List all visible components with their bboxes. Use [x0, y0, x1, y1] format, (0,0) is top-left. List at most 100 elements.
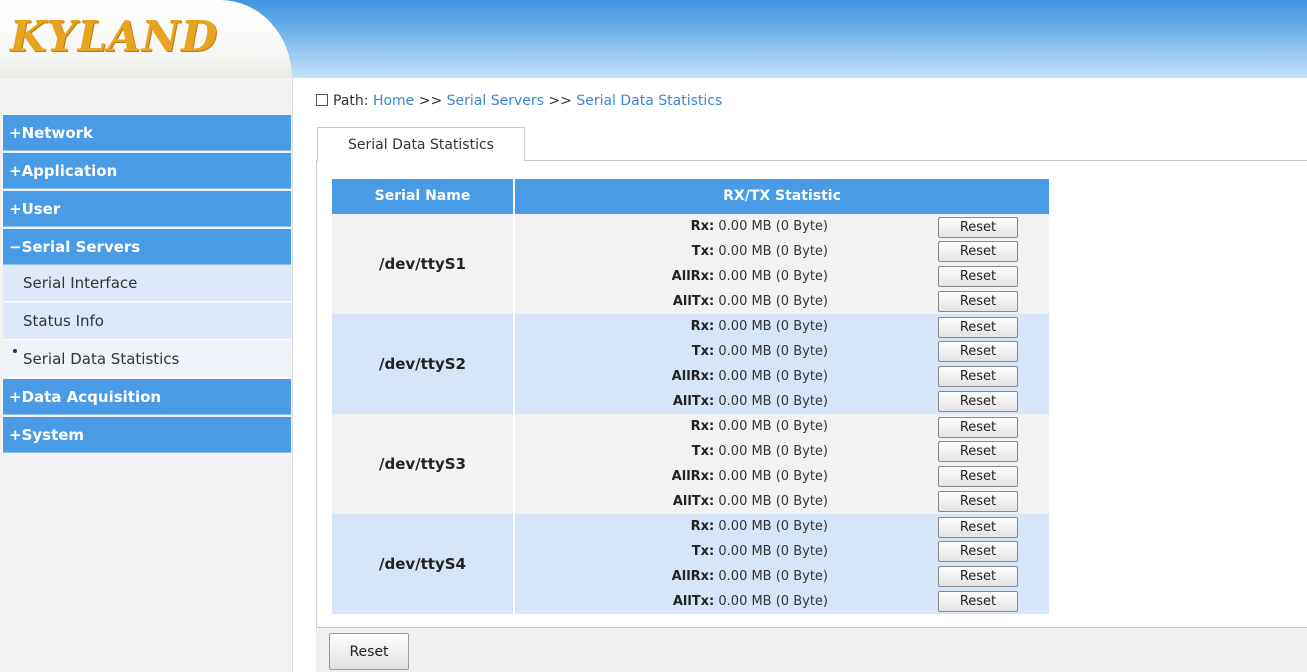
stat-value: 0.00 MB (0 Byte)	[718, 494, 828, 509]
stat-label: AllRx:	[671, 569, 715, 584]
stat-value: 0.00 MB (0 Byte)	[718, 469, 828, 484]
stat-line: AllRx: 0.00 MB (0 Byte)	[515, 264, 828, 289]
table-row: /dev/ttyS1 Rx: 0.00 MB (0 Byte) Tx: 0.00…	[332, 214, 1049, 314]
stat-value: 0.00 MB (0 Byte)	[718, 294, 828, 309]
reset-allrx-button[interactable]: Reset	[938, 366, 1018, 387]
sidebar-item-user[interactable]: +User	[3, 191, 291, 227]
checkbox-square-icon	[316, 94, 328, 106]
column-header-rxtx-statistic: RX/TX Statistic	[723, 188, 841, 204]
table-row: /dev/ttyS2 Rx: 0.00 MB (0 Byte) Tx: 0.00…	[332, 314, 1049, 414]
breadcrumb-separator: >>	[548, 93, 572, 109]
stat-line: AllTx: 0.00 MB (0 Byte)	[515, 389, 828, 414]
sidebar-subitem-label: Serial Data Statistics	[23, 350, 180, 368]
sidebar-item-application[interactable]: +Application	[3, 153, 291, 189]
reset-allrx-button[interactable]: Reset	[938, 266, 1018, 287]
stat-line: Rx: 0.00 MB (0 Byte)	[515, 514, 828, 539]
stat-label: Tx:	[691, 544, 715, 559]
header-bar: KYLAND	[0, 0, 1307, 78]
stat-label: Tx:	[691, 244, 715, 259]
footer-area	[316, 628, 1307, 672]
breadcrumb-separator: >>	[418, 93, 443, 109]
stat-label: AllTx:	[672, 394, 715, 409]
serial-name-cell: /dev/ttyS3	[332, 414, 515, 514]
table-row: /dev/ttyS4 Rx: 0.00 MB (0 Byte) Tx: 0.00…	[332, 514, 1049, 614]
stat-label: Rx:	[690, 319, 715, 334]
sidebar-item-network[interactable]: +Network	[3, 115, 291, 151]
stat-value: 0.00 MB (0 Byte)	[718, 519, 828, 534]
stat-label: Rx:	[690, 419, 715, 434]
reset-alltx-button[interactable]: Reset	[938, 591, 1018, 612]
breadcrumb: Path: Home >> Serial Servers >> Serial D…	[316, 93, 722, 109]
reset-alltx-button[interactable]: Reset	[938, 391, 1018, 412]
stat-label: AllRx:	[671, 369, 715, 384]
stat-label: AllTx:	[672, 294, 715, 309]
reset-alltx-button[interactable]: Reset	[938, 491, 1018, 512]
stat-value: 0.00 MB (0 Byte)	[718, 544, 828, 559]
reset-tx-button[interactable]: Reset	[938, 541, 1018, 562]
reset-rx-button[interactable]: Reset	[938, 217, 1018, 238]
stat-value: 0.00 MB (0 Byte)	[718, 569, 828, 584]
stat-value: 0.00 MB (0 Byte)	[718, 244, 828, 259]
stat-label: AllRx:	[671, 269, 715, 284]
stat-line: AllRx: 0.00 MB (0 Byte)	[515, 464, 828, 489]
stat-value: 0.00 MB (0 Byte)	[718, 369, 828, 384]
stat-value: 0.00 MB (0 Byte)	[718, 319, 828, 334]
reset-tx-button[interactable]: Reset	[938, 441, 1018, 462]
reset-tx-button[interactable]: Reset	[938, 241, 1018, 262]
stat-value: 0.00 MB (0 Byte)	[718, 219, 828, 234]
tab-serial-data-statistics[interactable]: Serial Data Statistics	[317, 127, 525, 161]
stat-value: 0.00 MB (0 Byte)	[718, 344, 828, 359]
reset-rx-button[interactable]: Reset	[938, 517, 1018, 538]
sidebar-item-serial-servers[interactable]: −Serial Servers	[3, 229, 291, 265]
stat-line: Tx: 0.00 MB (0 Byte)	[515, 339, 828, 364]
serial-name-cell: /dev/ttyS4	[332, 514, 515, 614]
reset-all-button[interactable]: Reset	[329, 633, 409, 670]
reset-rx-button[interactable]: Reset	[938, 417, 1018, 438]
sidebar-subitem-serial-interface[interactable]: Serial Interface	[3, 265, 291, 302]
column-header-serial-name: Serial Name	[332, 179, 515, 214]
logo-area: KYLAND	[0, 0, 292, 78]
stat-value: 0.00 MB (0 Byte)	[718, 269, 828, 284]
breadcrumb-home-link[interactable]: Home	[373, 93, 414, 109]
breadcrumb-current[interactable]: Serial Data Statistics	[576, 93, 722, 109]
stat-line: AllTx: 0.00 MB (0 Byte)	[515, 289, 828, 314]
sidebar-item-data-acquisition[interactable]: +Data Acquisition	[3, 379, 291, 415]
stat-label: Tx:	[691, 344, 715, 359]
serial-name-cell: /dev/ttyS1	[332, 214, 515, 314]
sidebar-item-system[interactable]: +System	[3, 417, 291, 453]
stat-line: AllTx: 0.00 MB (0 Byte)	[515, 589, 828, 614]
reset-rx-button[interactable]: Reset	[938, 317, 1018, 338]
stat-label: Rx:	[690, 219, 715, 234]
reset-tx-button[interactable]: Reset	[938, 341, 1018, 362]
serial-name-cell: /dev/ttyS2	[332, 314, 515, 414]
sidebar: +Network +Application +User −Serial Serv…	[0, 78, 293, 672]
sidebar-subitem-serial-data-statistics[interactable]: Serial Data Statistics	[3, 341, 291, 378]
sidebar-subitem-status-info[interactable]: Status Info	[3, 303, 291, 340]
stat-value: 0.00 MB (0 Byte)	[718, 444, 828, 459]
breadcrumb-serial-servers-link[interactable]: Serial Servers	[447, 93, 544, 109]
stat-label: Tx:	[691, 444, 715, 459]
stat-label: AllTx:	[672, 494, 715, 509]
active-bullet-icon	[13, 349, 17, 353]
stat-label: Rx:	[690, 519, 715, 534]
stat-value: 0.00 MB (0 Byte)	[718, 594, 828, 609]
reset-allrx-button[interactable]: Reset	[938, 466, 1018, 487]
stat-line: Rx: 0.00 MB (0 Byte)	[515, 214, 828, 239]
stat-line: AllRx: 0.00 MB (0 Byte)	[515, 564, 828, 589]
stat-value: 0.00 MB (0 Byte)	[718, 419, 828, 434]
stat-line: AllTx: 0.00 MB (0 Byte)	[515, 489, 828, 514]
stat-line: Tx: 0.00 MB (0 Byte)	[515, 439, 828, 464]
stat-line: AllRx: 0.00 MB (0 Byte)	[515, 364, 828, 389]
stat-label: AllTx:	[672, 594, 715, 609]
stat-line: Rx: 0.00 MB (0 Byte)	[515, 314, 828, 339]
kyland-logo: KYLAND	[10, 12, 219, 61]
stat-line: Tx: 0.00 MB (0 Byte)	[515, 239, 828, 264]
stat-line: Tx: 0.00 MB (0 Byte)	[515, 539, 828, 564]
stat-value: 0.00 MB (0 Byte)	[718, 394, 828, 409]
table-row: /dev/ttyS3 Rx: 0.00 MB (0 Byte) Tx: 0.00…	[332, 414, 1049, 514]
reset-alltx-button[interactable]: Reset	[938, 291, 1018, 312]
table-header-row: Serial Name RX/TX Statistic	[332, 179, 1049, 214]
breadcrumb-prefix: Path:	[333, 93, 369, 109]
reset-allrx-button[interactable]: Reset	[938, 566, 1018, 587]
stat-line: Rx: 0.00 MB (0 Byte)	[515, 414, 828, 439]
